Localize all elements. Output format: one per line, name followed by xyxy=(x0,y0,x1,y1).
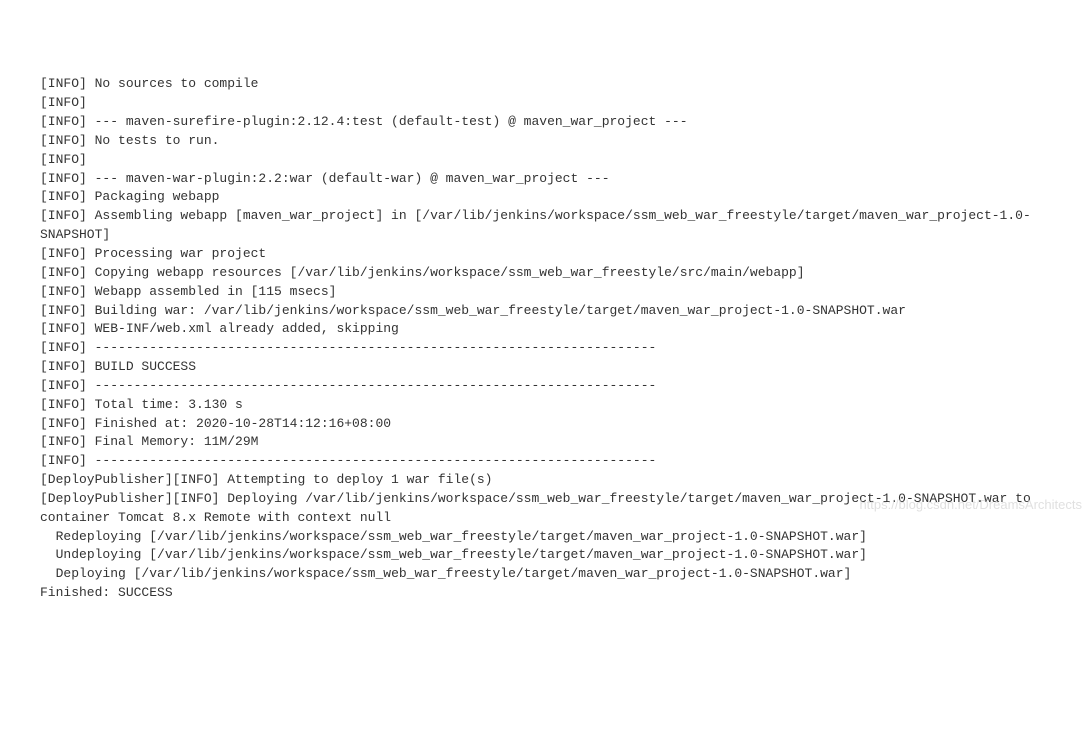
console-output: [INFO] No sources to compile [INFO] [INF… xyxy=(40,75,1052,603)
